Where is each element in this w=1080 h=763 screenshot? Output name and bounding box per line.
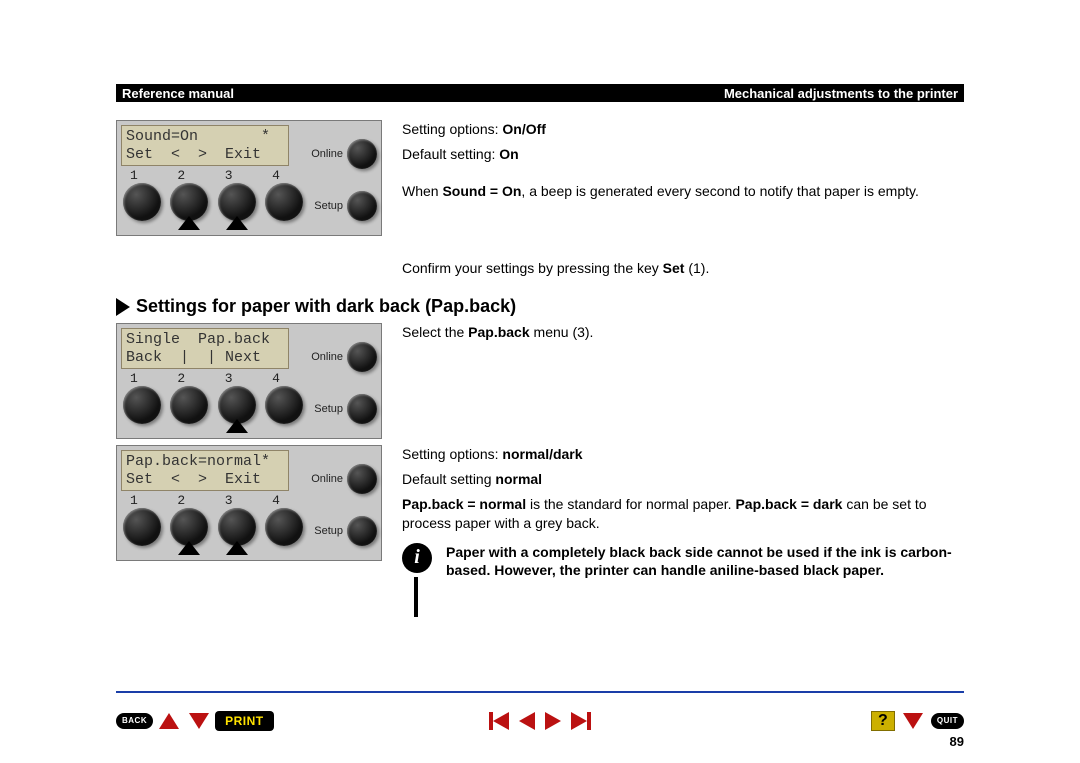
lcd-line2: Set < > Exit	[126, 146, 284, 164]
papback-description: Pap.back = normal is the standard for no…	[402, 495, 964, 533]
info-icon: i	[402, 543, 436, 617]
arrow-up-icon	[178, 541, 200, 555]
back-button[interactable]: BACK	[116, 713, 153, 729]
panel-button-1[interactable]	[123, 183, 161, 221]
help-button[interactable]: ?	[871, 711, 895, 731]
nav-down-icon[interactable]	[189, 713, 209, 729]
online-label: Online	[311, 473, 343, 485]
info-text: Paper with a completely black back side …	[446, 543, 964, 581]
page-number: 89	[950, 734, 964, 749]
setup-label: Setup	[314, 525, 343, 537]
print-button[interactable]: PRINT	[215, 711, 274, 731]
online-button[interactable]	[347, 464, 377, 494]
triangle-right-icon	[116, 298, 130, 316]
divider	[116, 691, 964, 693]
arrow-up-icon	[226, 419, 248, 433]
button-numbers: 1 2 3 4	[121, 369, 289, 386]
lcd-panel-sound: Sound=On * Set < > Exit 1 2 3 4	[116, 120, 382, 236]
setting-options: Setting options: On/Off	[402, 120, 964, 139]
button-numbers: 1 2 3 4	[121, 491, 289, 508]
panel-button-2[interactable]	[170, 386, 208, 424]
panel-button-4[interactable]	[265, 508, 303, 546]
lcd-line2: Set < > Exit	[126, 471, 284, 489]
setup-button[interactable]	[347, 516, 377, 546]
panel-button-3[interactable]	[218, 386, 256, 424]
nav-up-icon[interactable]	[159, 713, 179, 729]
online-label: Online	[311, 148, 343, 160]
setup-button[interactable]	[347, 191, 377, 221]
panel-button-2[interactable]	[170, 183, 208, 221]
lcd-line1: Single Pap.back	[126, 331, 284, 349]
arrow-up-icon	[226, 216, 248, 230]
sound-description: When Sound = On, a beep is generated eve…	[402, 182, 964, 201]
lcd-panel-papback-menu: Single Pap.back Back | | Next 1 2 3 4	[116, 323, 382, 439]
page-header: Reference manual Mechanical adjustments …	[116, 84, 964, 102]
lcd-display: Pap.back=normal* Set < > Exit	[121, 450, 289, 491]
nav-down-icon[interactable]	[903, 713, 923, 729]
setup-button[interactable]	[347, 394, 377, 424]
header-right: Mechanical adjustments to the printer	[724, 86, 958, 101]
online-label: Online	[311, 351, 343, 363]
lcd-line2: Back | | Next	[126, 349, 284, 367]
setup-label: Setup	[314, 200, 343, 212]
panel-button-4[interactable]	[265, 386, 303, 424]
panel-button-2[interactable]	[170, 508, 208, 546]
info-note: i Paper with a completely black back sid…	[402, 543, 964, 617]
lcd-line1: Sound=On *	[126, 128, 284, 146]
nav-last-icon[interactable]	[571, 712, 591, 730]
panel-button-1[interactable]	[123, 386, 161, 424]
quit-button[interactable]: QUIT	[931, 713, 964, 729]
setup-label: Setup	[314, 403, 343, 415]
nav-first-icon[interactable]	[489, 712, 509, 730]
arrow-up-icon	[178, 216, 200, 230]
online-button[interactable]	[347, 342, 377, 372]
header-left: Reference manual	[122, 86, 234, 101]
nav-next-icon[interactable]	[545, 712, 561, 730]
bottom-nav: BACK PRINT ? QUIT	[116, 709, 964, 733]
panel-button-4[interactable]	[265, 183, 303, 221]
panel-button-3[interactable]	[218, 508, 256, 546]
section-heading: Settings for paper with dark back (Pap.b…	[116, 296, 964, 317]
setting-options: Setting options: normal/dark	[402, 445, 964, 464]
panel-button-1[interactable]	[123, 508, 161, 546]
panel-button-3[interactable]	[218, 183, 256, 221]
arrow-up-icon	[226, 541, 248, 555]
default-setting: Default setting: On	[402, 145, 964, 164]
confirm-instruction: Confirm your settings by pressing the ke…	[402, 260, 964, 276]
lcd-line1: Pap.back=normal*	[126, 453, 284, 471]
select-instruction: Select the Pap.back menu (3).	[402, 323, 964, 342]
lcd-display: Single Pap.back Back | | Next	[121, 328, 289, 369]
online-button[interactable]	[347, 139, 377, 169]
lcd-panel-papback-value: Pap.back=normal* Set < > Exit 1 2 3 4	[116, 445, 382, 561]
button-numbers: 1 2 3 4	[121, 166, 289, 183]
default-setting: Default setting normal	[402, 470, 964, 489]
nav-prev-icon[interactable]	[519, 712, 535, 730]
lcd-display: Sound=On * Set < > Exit	[121, 125, 289, 166]
